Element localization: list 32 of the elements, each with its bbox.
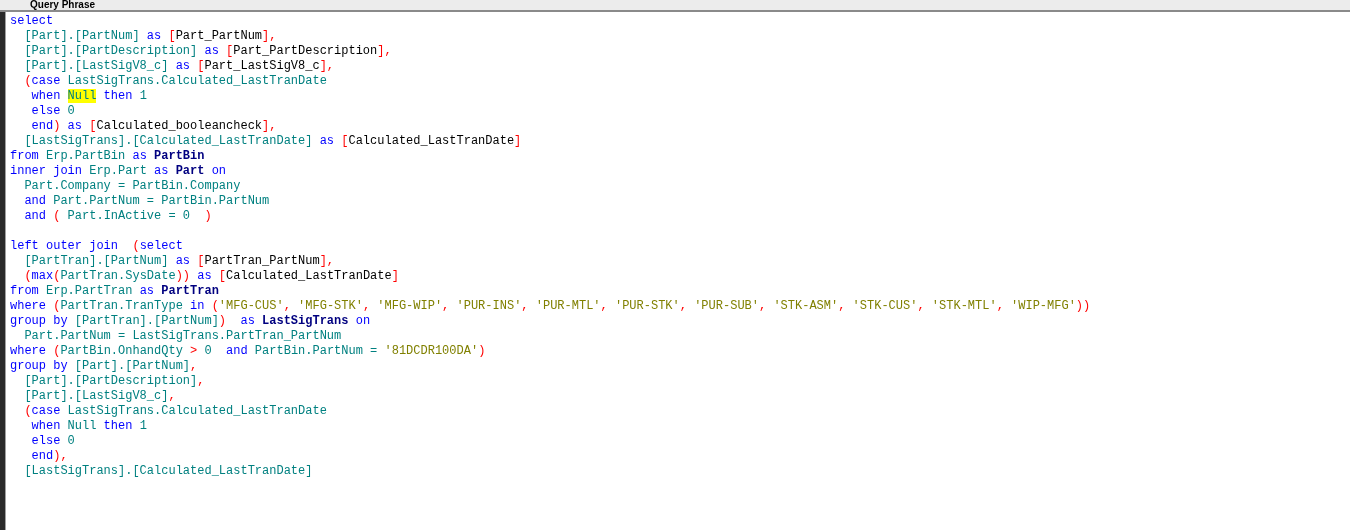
code-line: [LastSigTrans].[Calculated_LastTranDate] as [Calculated_LastTranDate]: [23, 134, 522, 149]
code-line: when Null then 1: [30, 419, 147, 434]
code-line: and ( Part.InActive = 0 ): [23, 209, 212, 224]
code-line: group by [PartTran].[PartNum]) as LastSigTrans on: [10, 314, 371, 329]
code-line: end) as [Calculated_booleancheck],: [30, 119, 277, 134]
panel-title: Query Phrase: [30, 0, 96, 10]
code-line: [Part].[PartDescription] as [Part_PartDescription],: [23, 44, 392, 59]
code-line: where (PartTran.TranType in ('MFG-CUS', 'MFG-STK', 'MFG-WIP', 'PUR-INS', 'PUR-MTL', 'PUR-STK', 'PUR-SUB', 'STK-ASM', 'STK-CUS', 'STK-MTL', 'WIP-MFG')): [10, 299, 1091, 314]
code-line: else 0: [30, 104, 75, 119]
code-line: Part.PartNum = LastSigTrans.PartTran_PartNum: [23, 329, 342, 344]
code-line: [PartTran].[PartNum] as [PartTran_PartNum],: [23, 254, 335, 269]
code-line: [Part].[LastSigV8_c] as [Part_LastSigV8_c],: [23, 59, 335, 74]
code-line: [Part].[LastSigV8_c],: [23, 389, 176, 404]
code-line: (case LastSigTrans.Calculated_LastTranDate: [23, 74, 327, 89]
code-line: and Part.PartNum = PartBin.PartNum: [23, 194, 270, 209]
code-line: when Null then 1: [30, 89, 147, 104]
code-line: inner join Erp.Part as Part on: [10, 164, 227, 179]
code-line: (case LastSigTrans.Calculated_LastTranDate: [23, 404, 327, 419]
code-line: else 0: [30, 434, 75, 449]
code-line: from Erp.PartBin as PartBin: [10, 149, 205, 164]
code-line: group by [Part].[PartNum],: [10, 359, 198, 374]
code-line: [LastSigTrans].[Calculated_LastTranDate]: [23, 464, 313, 479]
code-line: Part.Company = PartBin.Company: [23, 179, 241, 194]
code-editor[interactable]: [5, 12, 1350, 530]
code-line: left outer join (select: [10, 239, 183, 254]
code-line: [Part].[PartDescription],: [23, 374, 205, 389]
code-line: [Part].[PartNum] as [Part_PartNum],: [23, 29, 277, 44]
code-line: (max(PartTran.SysDate)) as [Calculated_LastTranDate]: [23, 269, 399, 284]
code-line: select: [10, 14, 54, 29]
code-line: end),: [30, 449, 68, 464]
code-line: from Erp.PartTran as PartTran: [10, 284, 219, 299]
code-line: where (PartBin.OnhandQty > 0 and PartBin.PartNum = '81DCDR100DA'): [10, 344, 486, 359]
